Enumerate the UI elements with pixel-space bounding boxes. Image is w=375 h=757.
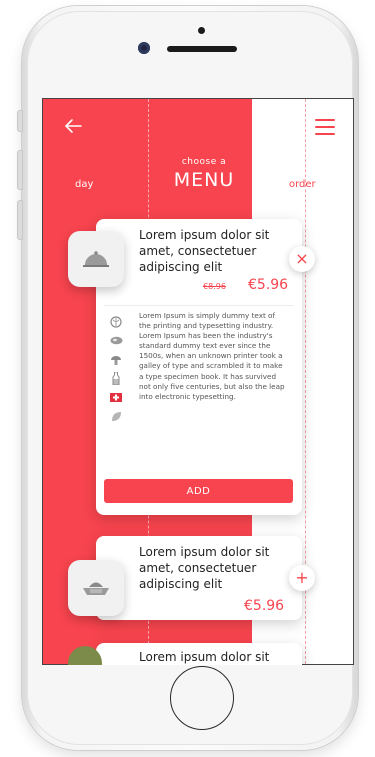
card-divider [104,305,294,306]
food-thumbnail[interactable] [68,231,124,287]
dish-description: Lorem Ipsum is simply dummy text of the … [139,311,285,401]
dish-price: €5.96 [244,598,285,614]
dish-title: Lorem ipsum dolor sit [139,650,270,664]
add-to-order-button[interactable]: + [289,565,315,591]
dish-price: €5.96 [248,277,289,293]
content-layer: Lorem ipsum dolor sit amet, consectetuer… [42,98,354,665]
front-camera [138,42,150,54]
mute-switch [17,110,23,132]
home-button[interactable] [170,666,234,730]
milk-bottle-icon [107,369,125,388]
food-thumbnail[interactable] [68,560,124,616]
swiss-flag-icon [107,388,125,407]
dish-title: Lorem ipsum dolor sit amet, consectetuer… [139,228,270,274]
mushroom-icon [107,350,125,369]
volume-down-button [17,200,23,240]
dish-title: Lorem ipsum dolor sit amet, consectetuer… [139,545,270,591]
add-button[interactable]: ADD [104,479,293,503]
volume-up-button [17,150,23,190]
ingredient-icons [107,312,125,426]
cloche-icon [83,251,109,267]
leaf-icon [107,407,125,426]
earpiece-speaker [167,46,237,52]
proximity-sensor [198,27,205,34]
steak-icon [107,331,125,350]
old-price: €8.96 [203,282,226,291]
close-button[interactable]: × [289,246,315,272]
cabbage-icon [107,312,125,331]
pasta-dish-icon [83,582,109,595]
